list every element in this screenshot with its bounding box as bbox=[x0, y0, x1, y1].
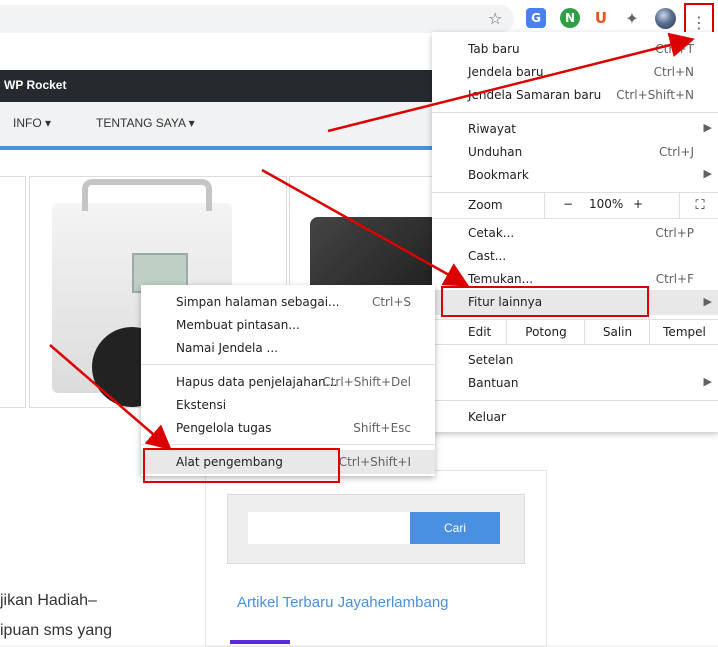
browser-toolbar: ☆ G N U ✦ ⋮ bbox=[0, 0, 718, 41]
menu-separator bbox=[432, 400, 718, 401]
site-brand[interactable]: WP Rocket bbox=[4, 78, 66, 92]
translate-icon[interactable]: G bbox=[526, 8, 546, 28]
menu-item-history[interactable]: Riwayat ▶ bbox=[432, 118, 718, 141]
zoom-controls: − 100% + ⛶ bbox=[544, 193, 718, 218]
sidebar-heading: Artikel Terbaru Jayaherlambang bbox=[237, 594, 449, 611]
pump-handle bbox=[82, 179, 212, 211]
copy-button[interactable]: Salin bbox=[584, 320, 650, 344]
menu-separator bbox=[141, 444, 435, 445]
menu-edit-row: Edit Potong Salin Tempel bbox=[432, 320, 718, 344]
menu-separator bbox=[432, 218, 718, 219]
body-text: ipuan sms yang bbox=[0, 622, 113, 639]
site-nav: INFO ▾ TENTANG SAYA ▾ bbox=[0, 102, 450, 150]
search-input[interactable] bbox=[248, 512, 410, 544]
menu-item-new-window[interactable]: Jendela baru Ctrl+N bbox=[432, 61, 718, 84]
submenu-item-extensions[interactable]: Ekstensi bbox=[141, 394, 435, 417]
menu-item-settings[interactable]: Setelan bbox=[432, 349, 718, 372]
menu-item-downloads[interactable]: Unduhan Ctrl+J bbox=[432, 141, 718, 164]
product-card[interactable] bbox=[0, 176, 26, 408]
menu-item-print[interactable]: Cetak... Ctrl+P bbox=[432, 222, 718, 245]
site-header: WP Rocket bbox=[0, 70, 450, 102]
star-icon[interactable]: ☆ bbox=[488, 9, 502, 28]
search-widget: Cari bbox=[227, 494, 525, 564]
n-extension-icon[interactable]: N bbox=[560, 8, 580, 28]
annotation-box-developer-tools bbox=[143, 448, 340, 483]
body-text: jikan Hadiah– bbox=[0, 592, 97, 609]
menu-item-cast[interactable]: Cast... bbox=[432, 245, 718, 268]
chevron-right-icon: ▶ bbox=[703, 295, 712, 308]
cut-button[interactable]: Potong bbox=[506, 320, 585, 344]
recent-post-thumbnail[interactable] bbox=[230, 640, 290, 644]
address-bar[interactable] bbox=[0, 5, 514, 33]
chevron-right-icon: ▶ bbox=[703, 121, 712, 134]
nav-tentang-saya[interactable]: TENTANG SAYA ▾ bbox=[96, 116, 195, 130]
submenu-item-clear-data[interactable]: Hapus data penjelajahan... Ctrl+Shift+Del bbox=[141, 371, 435, 394]
menu-separator bbox=[432, 344, 718, 345]
annotation-box-more-tools bbox=[441, 286, 649, 317]
menu-item-help[interactable]: Bantuan ▶ bbox=[432, 372, 718, 395]
submenu-item-save-page[interactable]: Simpan halaman sebagai... Ctrl+S bbox=[141, 291, 435, 314]
puzzle-icon[interactable]: ✦ bbox=[622, 8, 642, 28]
u-extension-icon[interactable]: U bbox=[591, 8, 611, 28]
chevron-right-icon: ▶ bbox=[703, 375, 712, 388]
menu-separator bbox=[141, 364, 435, 365]
paste-button[interactable]: Tempel bbox=[649, 320, 718, 344]
menu-item-exit[interactable]: Keluar bbox=[432, 406, 718, 429]
chrome-menu: Tab baru Ctrl+T Jendela baru Ctrl+N Jendel… bbox=[432, 32, 718, 432]
zoom-out-button[interactable]: − bbox=[563, 197, 573, 211]
nav-info[interactable]: INFO ▾ bbox=[13, 116, 51, 130]
menu-separator bbox=[432, 112, 718, 113]
menu-item-new-tab[interactable]: Tab baru Ctrl+T bbox=[432, 38, 718, 61]
menu-item-bookmarks[interactable]: Bookmark ▶ bbox=[432, 164, 718, 187]
zoom-in-button[interactable]: + bbox=[633, 197, 643, 211]
search-button[interactable]: Cari bbox=[410, 512, 500, 544]
submenu-item-task-manager[interactable]: Pengelola tugas Shift+Esc bbox=[141, 417, 435, 440]
submenu-item-create-shortcut[interactable]: Membuat pintasan... bbox=[141, 314, 435, 337]
submenu-item-name-window[interactable]: Namai Jendela ... bbox=[141, 337, 435, 360]
menu-item-incognito[interactable]: Jendela Samaran baru Ctrl+Shift+N bbox=[432, 84, 718, 107]
zoom-level: 100% bbox=[589, 197, 624, 211]
chevron-right-icon: ▶ bbox=[703, 167, 712, 180]
menu-zoom-row: Zoom − 100% + ⛶ bbox=[432, 193, 718, 218]
avatar[interactable] bbox=[655, 8, 676, 29]
fullscreen-icon[interactable]: ⛶ bbox=[679, 193, 718, 218]
